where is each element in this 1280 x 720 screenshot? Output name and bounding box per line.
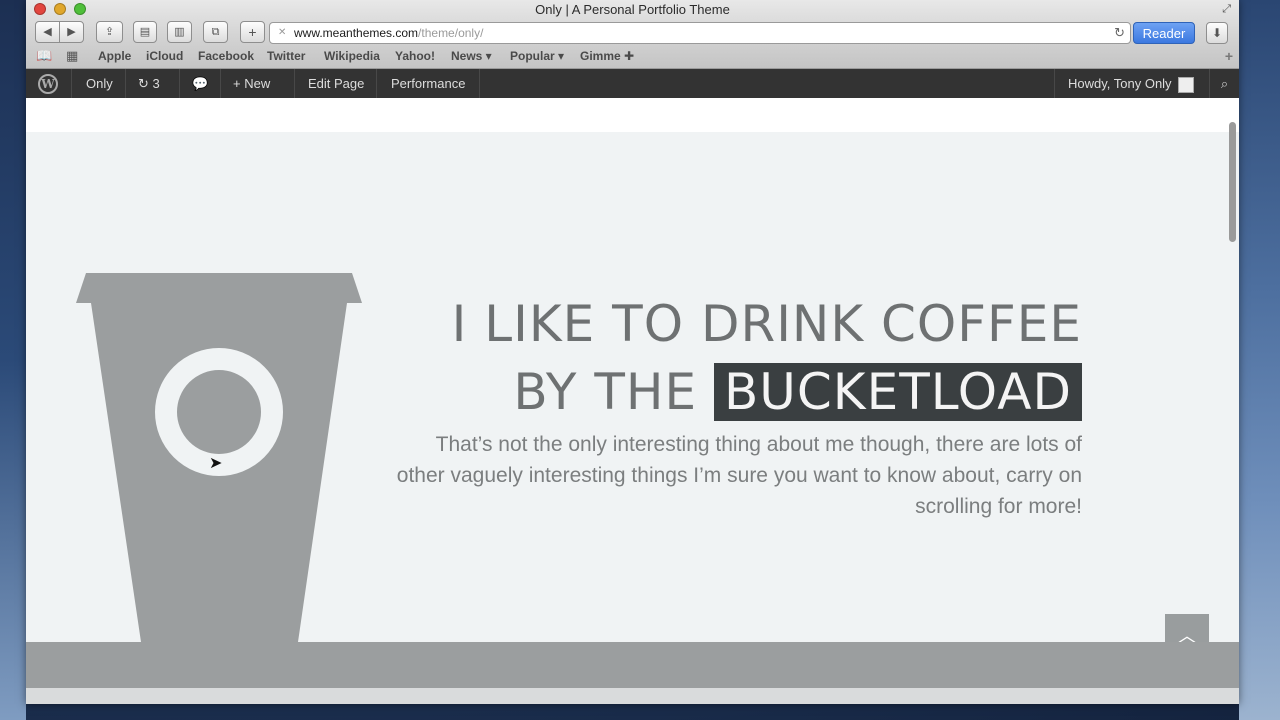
top-sites-grid-icon[interactable]: ▦ — [66, 48, 78, 64]
reading-list-button[interactable]: ▥ — [167, 21, 192, 43]
wordpress-logo-icon[interactable]: W — [38, 74, 58, 94]
zoom-window-button[interactable] — [74, 3, 86, 15]
bookmark-icloud[interactable]: iCloud — [146, 49, 183, 63]
headline-line-2: BY THE BUCKETLOAD — [452, 358, 1082, 426]
bookmark-facebook[interactable]: Facebook — [198, 49, 254, 63]
bookmark-twitter[interactable]: Twitter — [267, 49, 305, 63]
window-bottom-edge — [26, 688, 1239, 704]
reload-icon[interactable]: ↻ — [1114, 23, 1125, 43]
minimize-window-button[interactable] — [54, 3, 66, 15]
headline-highlight: BUCKETLOAD — [714, 363, 1082, 421]
browser-chrome: Only | A Personal Portfolio Theme ⤢ ◀ ▶ … — [26, 0, 1239, 69]
bookmark-folder-popular[interactable]: Popular ▾ — [510, 49, 564, 63]
hero-headline: I LIKE TO DRINK COFFEE BY THE BUCKETLOAD — [452, 290, 1082, 426]
admin-account-menu[interactable]: Howdy, Tony Only — [1054, 69, 1194, 98]
bookmark-apple[interactable]: Apple — [98, 49, 131, 63]
url-path: /theme/only/ — [418, 26, 484, 40]
admin-edit-page-link[interactable]: Edit Page — [294, 69, 378, 98]
howdy-label: Howdy, Tony Only — [1068, 76, 1172, 91]
reader-button[interactable]: Reader — [1133, 22, 1195, 44]
bookmark-wikipedia[interactable]: Wikipedia — [324, 49, 380, 63]
hero-section: I LIKE TO DRINK COFFEE BY THE BUCKETLOAD… — [26, 132, 1239, 658]
next-section-band — [26, 642, 1239, 688]
tab-view-button[interactable]: ⧉ — [203, 21, 228, 43]
traffic-lights — [34, 3, 86, 15]
bookmarks-sidebar-button[interactable]: ▤ — [133, 21, 157, 43]
mouse-cursor-icon: ➤ — [209, 455, 223, 472]
fullscreen-icon[interactable]: ⤢ — [1222, 3, 1231, 16]
headline-line-1: I LIKE TO DRINK COFFEE — [451, 295, 1082, 353]
window-title: Only | A Personal Portfolio Theme — [535, 2, 730, 17]
share-button[interactable]: ⇪ — [96, 21, 123, 43]
admin-updates-link[interactable]: ↻ 3 — [125, 69, 160, 98]
bookmarks-bar: 📖 ▦ Apple iCloud Facebook Twitter Wikipe… — [26, 48, 1239, 66]
desktop-background-right — [1239, 0, 1280, 720]
new-tab-button[interactable]: + — [1225, 48, 1233, 64]
url-host: www.meanthemes.com — [294, 26, 419, 40]
title-bar: Only | A Personal Portfolio Theme ⤢ — [26, 0, 1239, 19]
browser-toolbar: ◀ ▶ ⇪ ▤ ▥ ⧉ + ✕ www.meanthemes.com/theme… — [26, 21, 1239, 45]
address-bar[interactable]: ✕ www.meanthemes.com/theme/only/ ↻ — [269, 22, 1131, 44]
bookmark-gimme[interactable]: Gimme ✚ — [580, 49, 634, 63]
site-icon: ✕ — [278, 27, 287, 38]
admin-site-link[interactable]: Only — [71, 69, 113, 98]
forward-button[interactable]: ▶ — [59, 21, 84, 43]
open-book-icon[interactable]: 📖 — [36, 48, 52, 64]
back-button[interactable]: ◀ — [35, 21, 60, 43]
downloads-button[interactable]: ⬇ — [1206, 22, 1228, 44]
hero-intro-text: That’s not the only interesting thing ab… — [396, 433, 1082, 518]
admin-new-link[interactable]: + New — [220, 69, 270, 98]
bookmark-yahoo[interactable]: Yahoo! — [395, 49, 435, 63]
headline-prefix: BY THE — [513, 363, 698, 421]
avatar — [1177, 76, 1194, 93]
wp-admin-bar: W Only ↻ 3 💬 + New Edit Page Performance… — [26, 69, 1239, 98]
desktop-background-left — [0, 0, 26, 720]
browser-window: Only | A Personal Portfolio Theme ⤢ ◀ ▶ … — [26, 0, 1239, 704]
add-bookmark-button[interactable]: + — [240, 21, 265, 43]
admin-performance-link[interactable]: Performance — [376, 69, 481, 98]
close-window-button[interactable] — [34, 3, 46, 15]
page-scrollbar[interactable] — [1229, 122, 1236, 242]
bookmark-folder-news[interactable]: News ▾ — [451, 49, 492, 63]
comments-icon[interactable]: 💬 — [179, 69, 208, 98]
search-icon[interactable]: ⌕ — [1209, 69, 1239, 98]
site-header-strip — [26, 98, 1239, 132]
